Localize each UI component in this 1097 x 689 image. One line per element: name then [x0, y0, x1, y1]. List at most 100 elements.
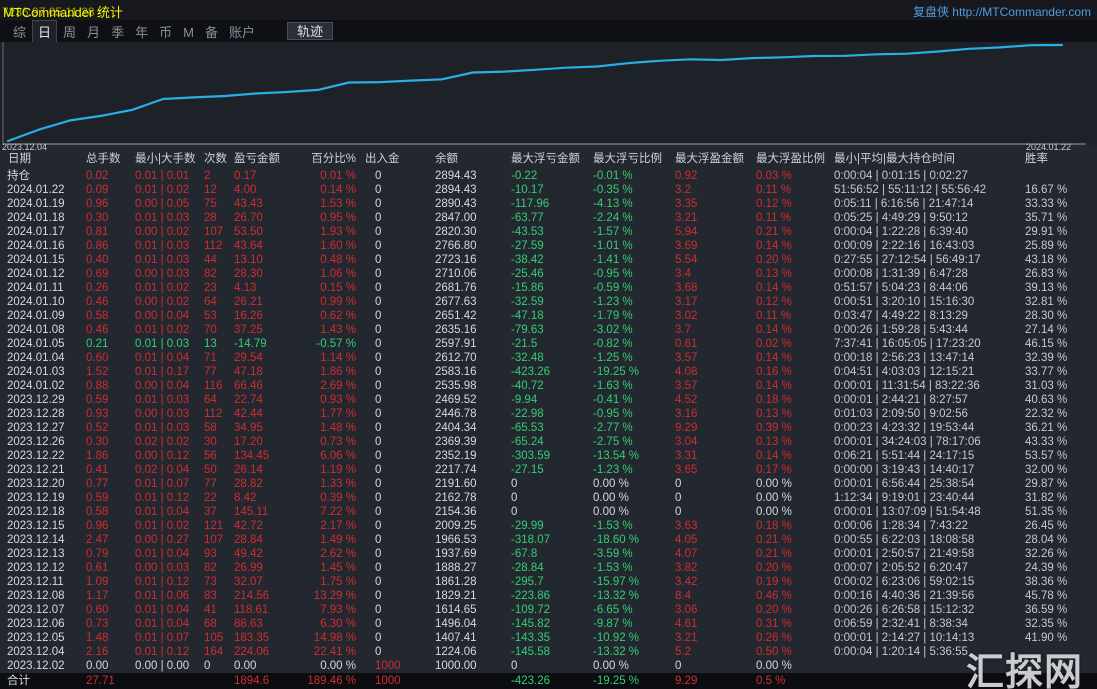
- table-row[interactable]: 2023.12.15 0.96 0.01 | 0.02 121 42.72 2.17 % 0…: [0, 519, 1097, 533]
- cell-max-float-loss: -43.53: [511, 226, 544, 238]
- cell-pct: 0.48 %: [320, 254, 356, 266]
- table-row[interactable]: 2024.01.18 0.30 0.01 | 0.03 28 26.70 0.95 % 0 2…: [0, 211, 1097, 225]
- table-row[interactable]: 2023.12.18 0.58 0.01 | 0.04 37 145.11 7.22 % 0…: [0, 505, 1097, 519]
- cell-count: 71: [204, 352, 217, 364]
- cell-win-rate: 36.21 %: [1025, 422, 1068, 434]
- table-row[interactable]: 2024.01.22 0.09 0.01 | 0.02 12 4.00 0.14 % 0 28…: [0, 183, 1097, 197]
- cell-hold-time: 0:00:01 | 13:07:09 | 51:54:48: [834, 506, 981, 518]
- cell-min-max-lots: 0.01 | 0.02: [135, 184, 190, 196]
- cell-max-float-loss: -65.53: [511, 422, 544, 434]
- cell-pnl: 28.84: [234, 534, 263, 546]
- cell-pnl: 4.13: [234, 282, 257, 294]
- cell-pct: 6.30 %: [320, 618, 356, 630]
- table-row[interactable]: 2023.12.04 2.16 0.01 | 0.12 164 224.06 22.41 …: [0, 645, 1097, 659]
- cell-max-float-loss: -109.72: [511, 604, 551, 616]
- cell-max-float-loss: 0: [511, 660, 518, 672]
- cell-in-out: 0: [375, 366, 382, 378]
- cell-min-max-lots: 0.00 | 0.12: [135, 450, 190, 462]
- cell-hold-time: 1:12:34 | 9:19:01 | 23:40:44: [834, 492, 975, 504]
- table-row[interactable]: 2023.12.26 0.30 0.02 | 0.02 30 17.20 0.73 % 0 2…: [0, 435, 1097, 449]
- table-row[interactable]: 2024.01.17 0.81 0.00 | 0.02 107 53.50 1.93 % 0…: [0, 225, 1097, 239]
- cell-min-max-lots: 0.00 | 0.04: [135, 380, 190, 392]
- menu-item-4[interactable]: 季: [106, 21, 129, 42]
- menu-bar-items: 综日周月季年币 M 备账户: [8, 19, 261, 43]
- cell-hold-time: 7:37:41 | 16:05:05 | 17:23:20: [834, 338, 981, 350]
- menu-item-0[interactable]: 综: [8, 21, 31, 42]
- table-row[interactable]: 2023.12.14 2.47 0.00 | 0.27 107 28.84 1.49 % 0…: [0, 533, 1097, 547]
- cell-max-float-loss-pct: -0.95 %: [593, 408, 633, 420]
- table-row[interactable]: 2024.01.15 0.40 0.01 | 0.03 44 13.10 0.48 % 0 2…: [0, 253, 1097, 267]
- cell-hold-time: 0:05:11 | 6:16:56 | 21:47:14: [834, 198, 974, 210]
- trajectory-tab[interactable]: 轨迹: [287, 22, 334, 40]
- total-row[interactable]: 合计 27.71 1894.6 189.46 % 1000 -423.26 -19.25 %…: [0, 673, 1097, 689]
- table-row[interactable]: 2023.12.29 0.59 0.01 | 0.03 64 22.74 0.93 % 0 2…: [0, 393, 1097, 407]
- table-row[interactable]: 2023.12.11 1.09 0.01 | 0.12 73 32.07 1.75 % 0 1…: [0, 575, 1097, 589]
- cell-pct: 0.95 %: [320, 212, 356, 224]
- menu-item-9[interactable]: 账户: [224, 21, 260, 42]
- cell-balance: 2191.60: [435, 478, 477, 490]
- table-row[interactable]: 2023.12.22 1.86 0.00 | 0.12 56 134.45 6.06 % 0…: [0, 449, 1097, 463]
- menu-item-6[interactable]: 币: [154, 21, 177, 42]
- cell-min-max-lots: 0.01 | 0.02: [135, 520, 190, 532]
- table-row[interactable]: 2024.01.16 0.86 0.01 | 0.03 112 43.64 1.60 % 0…: [0, 239, 1097, 253]
- cell-count: 56: [204, 450, 217, 462]
- menu-item-1[interactable]: 日: [32, 19, 58, 43]
- table-row[interactable]: 2024.01.03 1.52 0.01 | 0.17 77 47.18 1.86 % 0 2…: [0, 365, 1097, 379]
- cell-pnl: 1894.6: [234, 675, 270, 687]
- menu-item-2[interactable]: 周: [58, 21, 81, 42]
- cell-max-float-loss: -15.86: [511, 282, 544, 294]
- cell-max-float-profit-pct: 0.18 %: [756, 394, 792, 406]
- table-row[interactable]: 2024.01.08 0.46 0.01 | 0.02 70 37.25 1.43 % 0 2…: [0, 323, 1097, 337]
- table-row[interactable]: 2024.01.05 0.21 0.01 | 0.03 13 -14.79 -0.57 %…: [0, 337, 1097, 351]
- cell-max-float-loss: -63.77: [511, 212, 544, 224]
- cell-hold-time: 0:00:09 | 2:22:16 | 16:43:03: [834, 240, 975, 252]
- table-row[interactable]: 2023.12.08 1.17 0.01 | 0.06 83 214.56 13.29 %…: [0, 589, 1097, 603]
- cell-max-float-profit-pct: 0.20 %: [756, 562, 792, 574]
- cell-hold-time: 0:00:01 | 6:56:44 | 25:38:54: [834, 478, 975, 490]
- cell-max-float-loss-pct: -0.01 %: [593, 170, 633, 182]
- cell-hold-time: 0:00:51 | 3:20:10 | 15:16:30: [834, 296, 975, 308]
- table-row[interactable]: 2023.12.27 0.52 0.01 | 0.03 58 34.95 1.48 % 0 2…: [0, 421, 1097, 435]
- table-row[interactable]: 2023.12.20 0.77 0.01 | 0.07 77 28.82 1.33 % 0 2…: [0, 477, 1097, 491]
- table-row[interactable]: 2024.01.09 0.58 0.00 | 0.04 53 16.26 0.62 % 0 2…: [0, 309, 1097, 323]
- cell-max-float-loss: -145.82: [511, 618, 551, 630]
- brand-link[interactable]: 复盘侠 http://MTCommander.com: [913, 3, 1091, 20]
- cell-min-max-lots: 0.00 | 0.03: [135, 562, 190, 574]
- table-row[interactable]: 2023.12.07 0.60 0.01 | 0.04 41 118.61 7.93 % 0…: [0, 603, 1097, 617]
- cell-lots: 0.60: [86, 604, 109, 616]
- table-row[interactable]: 2024.01.10 0.46 0.00 | 0.02 64 26.21 0.99 % 0 2…: [0, 295, 1097, 309]
- menu-item-8[interactable]: 备: [200, 21, 223, 42]
- menu-item-7[interactable]: M: [178, 24, 199, 41]
- table-row[interactable]: 2024.01.04 0.60 0.01 | 0.04 71 29.54 1.14 % 0 2…: [0, 351, 1097, 365]
- table-row[interactable]: 2023.12.05 1.48 0.01 | 0.07 105 183.35 14.98 …: [0, 631, 1097, 645]
- cell-lots: 0.46: [86, 324, 109, 336]
- cell-max-float-profit: 3.57: [675, 352, 698, 364]
- table-row[interactable]: 2023.12.19 0.59 0.01 | 0.12 22 8.42 0.39 % 0 21…: [0, 491, 1097, 505]
- menu-item-3[interactable]: 月: [82, 21, 105, 42]
- cell-count: 70: [204, 324, 217, 336]
- cell-min-max-lots: 0.01 | 0.03: [135, 212, 190, 224]
- menu-item-5[interactable]: 年: [130, 21, 153, 42]
- table-row[interactable]: 2024.01.12 0.69 0.00 | 0.03 82 28.30 1.06 % 0 2…: [0, 267, 1097, 281]
- cell-lots: 0.46: [86, 296, 109, 308]
- table-row[interactable]: 2024.01.02 0.88 0.00 | 0.04 116 66.46 2.69 % 0…: [0, 379, 1097, 393]
- table-row[interactable]: 2023.12.02 0.00 0.00 | 0.00 0 0.00 0.00 % 1000…: [0, 659, 1097, 673]
- table-row[interactable]: 2024.01.19 0.96 0.00 | 0.05 75 43.43 1.53 % 0 2…: [0, 197, 1097, 211]
- cell-max-float-profit: 5.54: [675, 254, 698, 266]
- cell-date: 2023.12.21: [7, 464, 65, 476]
- cell-max-float-profit-pct: 0.11 %: [756, 310, 791, 322]
- cell-max-float-loss: -38.42: [511, 254, 544, 266]
- cell-balance: 2890.43: [435, 198, 477, 210]
- cell-pnl: 43.64: [234, 240, 263, 252]
- cell-min-max-lots: 0.01 | 0.04: [135, 604, 190, 616]
- table-row[interactable]: 持仓 0.02 0.01 | 0.01 2 0.17 0.01 % 0 2894.43 -0.2…: [0, 169, 1097, 183]
- cell-max-float-loss: -21.5: [511, 338, 538, 350]
- cell-in-out: 0: [375, 422, 382, 434]
- table-row[interactable]: 2023.12.21 0.41 0.02 | 0.04 50 26.14 1.19 % 0 2…: [0, 463, 1097, 477]
- table-row[interactable]: 2024.01.11 0.26 0.01 | 0.02 23 4.13 0.15 % 0 26…: [0, 281, 1097, 295]
- table-row[interactable]: 2023.12.12 0.61 0.00 | 0.03 82 26.99 1.45 % 0 1…: [0, 561, 1097, 575]
- cell-balance: 1407.41: [435, 632, 477, 644]
- table-row[interactable]: 2023.12.28 0.93 0.00 | 0.03 112 42.44 1.77 % 0…: [0, 407, 1097, 421]
- table-row[interactable]: 2023.12.13 0.79 0.01 | 0.04 93 49.42 2.62 % 0 1…: [0, 547, 1097, 561]
- table-row[interactable]: 2023.12.06 0.73 0.01 | 0.04 68 88.63 6.30 % 0 1…: [0, 617, 1097, 631]
